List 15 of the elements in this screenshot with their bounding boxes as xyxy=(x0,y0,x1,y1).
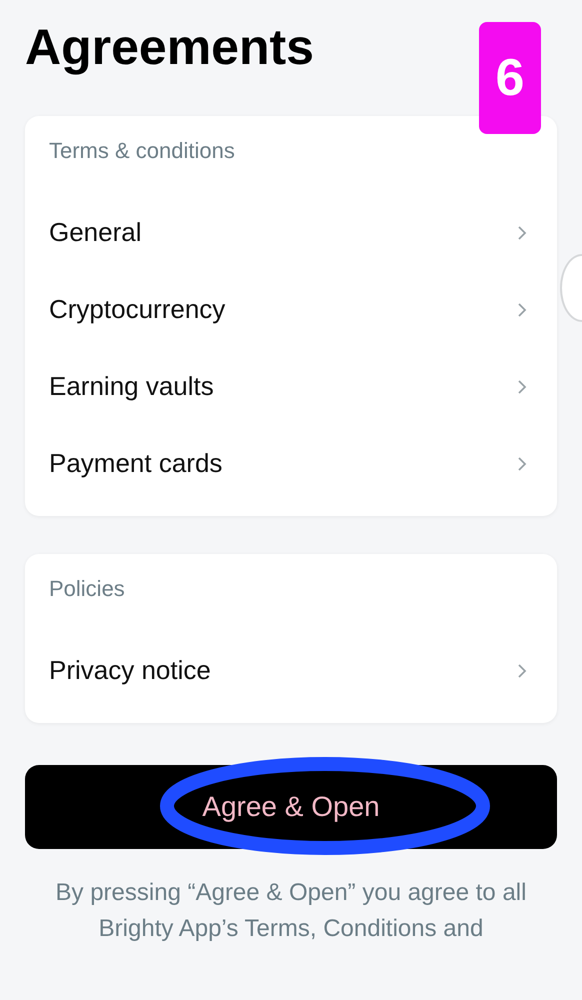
chevron-right-icon xyxy=(517,224,527,240)
agreement-list-item[interactable]: General xyxy=(49,194,533,271)
section-heading: Terms & conditions xyxy=(49,138,236,164)
agreement-list-item[interactable]: Payment cards xyxy=(49,425,533,502)
chevron-right-icon xyxy=(517,378,527,394)
agreement-list-item[interactable]: Earning vaults xyxy=(49,348,533,425)
step-badge: 6 xyxy=(479,22,541,134)
section-heading: Policies xyxy=(49,576,126,602)
agreement-list-item[interactable]: Cryptocurrency xyxy=(49,271,533,348)
chevron-right-icon xyxy=(517,302,527,318)
chevron-right-icon xyxy=(517,662,527,678)
agreement-list-item[interactable]: Privacy notice xyxy=(49,632,533,709)
agreement-footnote: By pressing “Agree & Open” you agree to all Brighty App’s Terms, Conditions and xyxy=(54,878,528,944)
page-title: Agreements xyxy=(25,18,314,76)
chevron-right-icon xyxy=(517,456,527,472)
